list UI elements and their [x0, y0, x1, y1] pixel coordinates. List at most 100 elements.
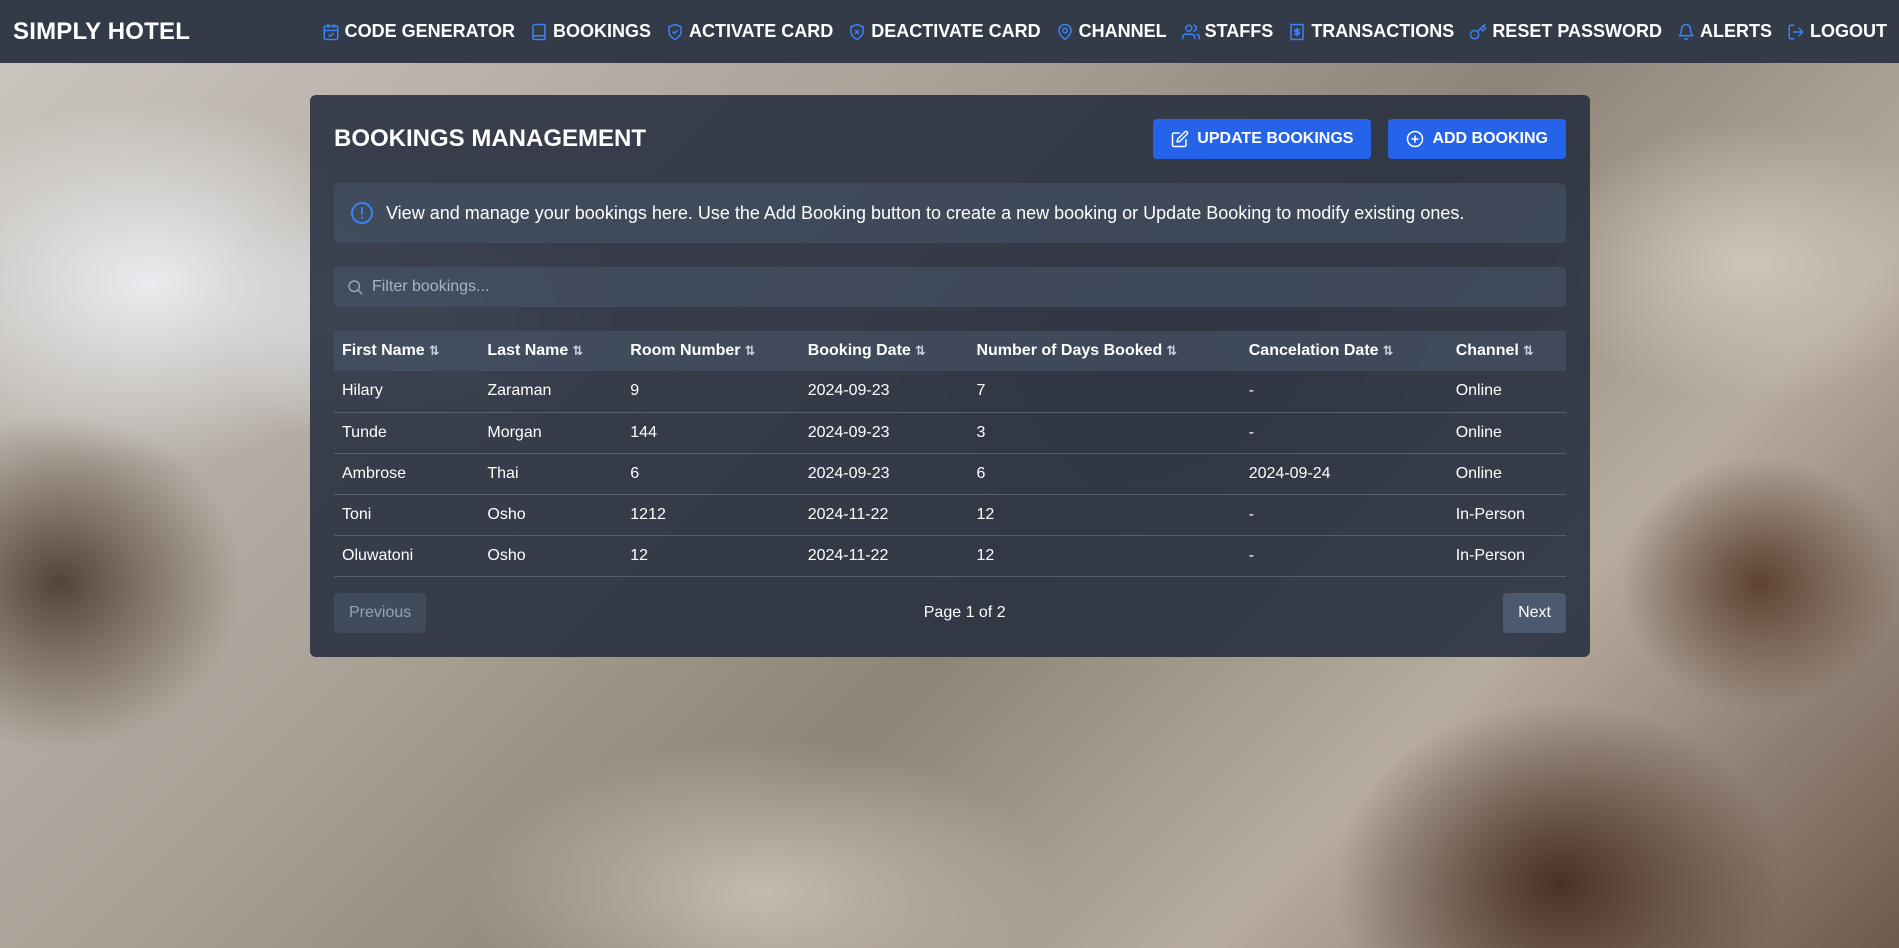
- column-header[interactable]: Cancelation Date ⇅: [1241, 331, 1448, 371]
- nav-label: STAFFS: [1204, 21, 1274, 41]
- column-header[interactable]: Channel ⇅: [1448, 331, 1566, 371]
- pagination: Previous Page 1 of 2 Next: [334, 592, 1566, 633]
- table-cell: 3: [968, 412, 1241, 454]
- nav-label: DEACTIVATE CARD: [871, 21, 1041, 41]
- table-header-row: First Name ⇅ Last Name ⇅ Room Number ⇅ Booking…: [334, 331, 1566, 371]
- table-row: Oluwatoni Osho 12 2024-11-22 12- In-Person: [334, 535, 1566, 577]
- table-cell: 144: [622, 412, 800, 454]
- column-header-label: Channel: [1455, 342, 1519, 359]
- table-cell: Toni: [334, 494, 480, 536]
- table-row: Ambrose Thai 6 2024-09-23 6 2024-09-24 Online: [334, 453, 1566, 495]
- sort-icon: ⇅: [1382, 343, 1394, 358]
- page-title: BOOKINGS MANAGEMENT: [334, 125, 646, 152]
- sort-icon: ⇅: [428, 343, 440, 358]
- sort-icon: ⇅: [1166, 343, 1178, 358]
- nav-label: CODE GENERATOR: [344, 21, 515, 41]
- table-cell: 2024-09-23: [799, 453, 969, 495]
- info-banner: View and manage your bookings here. Use …: [334, 183, 1566, 243]
- page-indicator: Page 1 of 2: [923, 603, 1006, 621]
- table-cell: 1212: [622, 494, 800, 536]
- table-cell: 2024-09-24: [1240, 453, 1448, 495]
- nav-logout[interactable]: LOGOUT: [1787, 21, 1887, 42]
- table-cell: Oluwatoni: [334, 535, 480, 577]
- column-header[interactable]: Number of Days Booked ⇅: [968, 331, 1240, 371]
- users-icon: [1181, 24, 1200, 39]
- column-header-label: Last Name: [487, 342, 569, 359]
- table-row: Hilary Zaraman 9 2024-09-23 7- Online: [334, 371, 1566, 413]
- update-bookings-label: UPDATE BOOKINGS: [1197, 130, 1354, 147]
- table-cell: Tunde: [334, 412, 480, 454]
- nav-label: CHANNEL: [1078, 21, 1167, 41]
- brand-logo[interactable]: SIMPLY HOTEL: [13, 18, 190, 46]
- sort-icon: ⇅: [914, 343, 926, 358]
- key-icon: [1470, 23, 1487, 39]
- nav-bookings[interactable]: BOOKINGS: [530, 21, 651, 42]
- nav-label: BOOKINGS: [552, 21, 651, 41]
- main-nav: CODE GENERATOR BOOKINGS ACTIVATE CARD DE…: [307, 21, 1887, 42]
- nav-activate-card[interactable]: ACTIVATE CARD: [666, 21, 833, 42]
- update-bookings-button[interactable]: UPDATE BOOKINGS: [1153, 119, 1372, 159]
- table-cell: 9: [622, 371, 800, 413]
- table-cell: Zaraman: [479, 371, 623, 413]
- table-cell: Osho: [479, 494, 623, 536]
- table-cell: In-Person: [1447, 494, 1566, 536]
- table-cell: Osho: [479, 535, 623, 577]
- plus-circle-icon: [1407, 130, 1424, 148]
- nav-label: ALERTS: [1700, 21, 1772, 41]
- column-header-label: First Name: [342, 342, 425, 359]
- top-navbar: SIMPLY HOTEL CODE GENERATOR BOOKINGS ACT…: [0, 0, 1899, 63]
- search-icon: [348, 280, 363, 295]
- add-booking-label: ADD BOOKING: [1432, 130, 1548, 147]
- table-cell: 2024-11-22: [799, 494, 969, 536]
- nav-code-generator[interactable]: CODE GENERATOR: [322, 21, 515, 42]
- receipt-icon: [1290, 23, 1305, 40]
- filter-bar: [334, 267, 1566, 307]
- table-cell: Online: [1447, 371, 1566, 413]
- header-actions: UPDATE BOOKINGS ADD BOOKING: [1153, 119, 1566, 159]
- nav-deactivate-card[interactable]: DEACTIVATE CARD: [848, 21, 1041, 42]
- table-cell: 12: [622, 535, 800, 577]
- shield-x-icon: [850, 23, 865, 40]
- table-cell: Morgan: [479, 412, 623, 454]
- table-row: Toni Osho 1212 2024-11-22 12- In-Person: [334, 494, 1566, 536]
- nav-label: LOGOUT: [1810, 21, 1887, 41]
- column-header[interactable]: First Name ⇅: [334, 331, 479, 371]
- add-booking-button[interactable]: ADD BOOKING: [1388, 119, 1566, 159]
- table-cell: 6: [622, 453, 800, 495]
- sort-icon: ⇅: [744, 343, 756, 358]
- previous-button[interactable]: Previous: [334, 592, 427, 633]
- table-cell: Online: [1447, 412, 1566, 454]
- bookings-table: First Name ⇅ Last Name ⇅ Room Number ⇅ Booking…: [334, 331, 1566, 577]
- filter-input[interactable]: [372, 278, 1554, 296]
- table-body: Hilary Zaraman 9 2024-09-23 7- Online Tunde Mor…: [334, 371, 1566, 577]
- next-button[interactable]: Next: [1503, 592, 1566, 633]
- nav-label: RESET PASSWORD: [1492, 21, 1662, 41]
- column-header[interactable]: Room Number ⇅: [622, 331, 799, 371]
- edit-icon: [1172, 130, 1189, 148]
- nav-label: ACTIVATE CARD: [688, 21, 834, 41]
- table-cell: Hilary: [334, 371, 480, 413]
- nav-reset-password[interactable]: RESET PASSWORD: [1469, 21, 1662, 42]
- column-header-label: Booking Date: [807, 342, 911, 359]
- table-cell: -: [1240, 494, 1448, 536]
- sort-icon: ⇅: [572, 343, 584, 358]
- sort-icon: ⇅: [1522, 343, 1534, 358]
- column-header-label: Cancelation Date: [1248, 342, 1379, 359]
- calendar-check-icon: [323, 23, 339, 40]
- table-cell: Thai: [479, 453, 623, 495]
- logout-icon: [1788, 24, 1804, 39]
- table-cell: Ambrose: [334, 453, 480, 495]
- nav-channel[interactable]: CHANNEL: [1056, 21, 1167, 42]
- map-pin-icon: [1057, 23, 1072, 40]
- column-header[interactable]: Last Name ⇅: [479, 331, 622, 371]
- nav-label: TRANSACTIONS: [1311, 21, 1455, 41]
- column-header[interactable]: Booking Date ⇅: [800, 331, 969, 371]
- nav-alerts[interactable]: ALERTS: [1677, 21, 1772, 42]
- panel-header: BOOKINGS MANAGEMENT UPDATE BOOKINGS ADD …: [334, 119, 1566, 159]
- table-cell: 12: [968, 535, 1241, 577]
- nav-staffs[interactable]: STAFFS: [1181, 21, 1274, 42]
- bookings-panel: BOOKINGS MANAGEMENT UPDATE BOOKINGS ADD …: [310, 95, 1590, 657]
- info-text: View and manage your bookings here. Use …: [386, 202, 1465, 223]
- nav-transactions[interactable]: TRANSACTIONS: [1288, 21, 1454, 42]
- column-header-label: Room Number: [630, 342, 741, 359]
